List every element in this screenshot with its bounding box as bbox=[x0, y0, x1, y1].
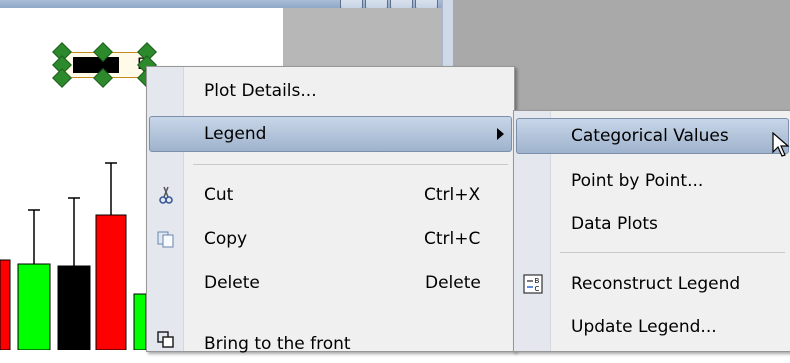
legend-submenu: Categorical Values Point by Point... Dat… bbox=[513, 110, 790, 352]
bring-to-front-icon bbox=[157, 331, 174, 348]
menu-item-plot-details[interactable]: Plot Details... bbox=[147, 72, 514, 110]
reconstruct-legend-icon: B C bbox=[523, 274, 543, 294]
menu-item-label: Reconstruct Legend bbox=[571, 274, 741, 294]
menu-item-reconstruct-legend[interactable]: B C Reconstruct Legend bbox=[514, 265, 790, 303]
menu-item-shortcut: Ctrl+C bbox=[424, 229, 481, 249]
menu-item-shortcut: Delete bbox=[425, 273, 481, 293]
legend-swatch bbox=[73, 57, 119, 73]
menu-item-point-by-point[interactable]: Point by Point... bbox=[514, 162, 790, 200]
menu-item-label: Bring to the front bbox=[204, 334, 351, 354]
svg-text:B: B bbox=[535, 277, 540, 285]
svg-text:C: C bbox=[535, 285, 540, 293]
context-menu: Plot Details... Legend Cut Ctrl+X Copy C… bbox=[146, 66, 515, 354]
copy-icon bbox=[157, 231, 174, 248]
bar-chart bbox=[0, 162, 147, 350]
bar-black-1 bbox=[57, 265, 91, 350]
menu-item-legend[interactable]: Legend bbox=[147, 115, 514, 153]
menu-item-cut[interactable]: Cut Ctrl+X bbox=[147, 176, 514, 214]
menu-separator bbox=[560, 252, 785, 253]
menu-item-label: Legend bbox=[204, 124, 267, 144]
bar-red-partial bbox=[0, 259, 11, 350]
menu-item-categorical-values[interactable]: Categorical Values bbox=[514, 117, 790, 155]
menu-item-label: Update Legend... bbox=[571, 317, 717, 337]
menu-item-update-legend[interactable]: Update Legend... bbox=[514, 308, 790, 346]
menu-item-data-plots[interactable]: Data Plots bbox=[514, 205, 790, 243]
menu-item-copy[interactable]: Copy Ctrl+C bbox=[147, 220, 514, 258]
bar-green-2 bbox=[133, 293, 147, 350]
menu-item-bring-to-front[interactable]: Bring to the front bbox=[147, 325, 514, 363]
bar-green-1 bbox=[17, 263, 51, 350]
menu-item-delete[interactable]: Delete Delete bbox=[147, 264, 514, 302]
menu-item-label: Categorical Values bbox=[571, 126, 729, 146]
scissors-icon bbox=[159, 186, 173, 204]
menu-item-label: Plot Details... bbox=[204, 81, 317, 101]
menu-item-shortcut: Ctrl+X bbox=[424, 185, 481, 205]
menu-item-label: Data Plots bbox=[571, 214, 658, 234]
legend-object[interactable]: D bbox=[52, 42, 157, 88]
menu-separator bbox=[193, 164, 508, 165]
menu-item-label: Point by Point... bbox=[571, 171, 704, 191]
menu-item-label: Delete bbox=[204, 273, 260, 293]
menu-item-label: Copy bbox=[204, 229, 248, 249]
menu-item-label: Cut bbox=[204, 185, 234, 205]
mouse-cursor-icon bbox=[772, 132, 790, 157]
window-titlebar bbox=[0, 0, 452, 9]
bar-red-1 bbox=[95, 214, 127, 350]
submenu-arrow-icon bbox=[497, 128, 504, 140]
